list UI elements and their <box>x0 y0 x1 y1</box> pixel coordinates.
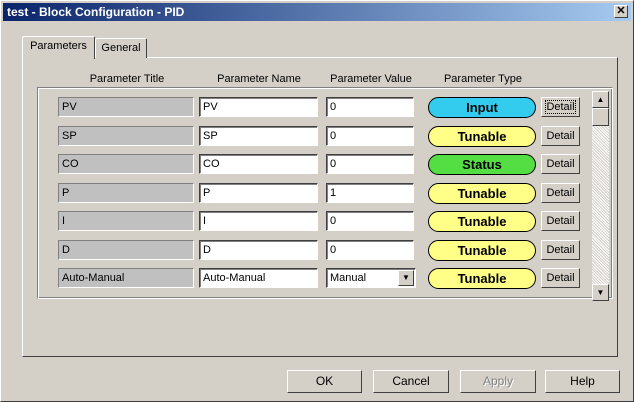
parameter-type-badge: Input <box>428 97 536 118</box>
parameter-name-field[interactable]: I <box>199 211 318 231</box>
detail-button-label: Detail <box>546 187 575 199</box>
detail-button[interactable]: Detail <box>541 183 580 203</box>
parameter-value-field[interactable]: 1 <box>326 183 414 203</box>
parameter-value: 0 <box>330 101 337 113</box>
parameter-value-field[interactable]: 0 <box>326 211 414 231</box>
detail-button-label: Detail <box>546 130 575 142</box>
parameter-value-select[interactable]: Manual ▼ <box>326 268 416 288</box>
parameter-value-field[interactable]: 0 <box>326 240 414 260</box>
parameter-title: Auto-Manual <box>58 268 194 288</box>
column-header-value: Parameter Value <box>330 73 412 85</box>
tab-parameters[interactable]: Parameters <box>22 36 95 59</box>
parameter-type-badge: Status <box>428 154 536 175</box>
parameter-title: P <box>58 183 194 203</box>
parameter-value-field[interactable]: 0 <box>326 154 414 174</box>
parameter-value: 0 <box>330 130 337 142</box>
detail-button[interactable]: Detail <box>541 211 580 231</box>
parameter-value: Manual <box>330 272 367 284</box>
parameter-type-badge: Tunable <box>428 211 536 232</box>
detail-button[interactable]: Detail <box>541 268 580 288</box>
apply-button[interactable]: Apply <box>460 370 536 393</box>
detail-button-label: Detail <box>545 100 576 114</box>
parameter-name-field[interactable]: CO <box>199 154 318 174</box>
close-icon[interactable]: ✕ <box>614 5 628 18</box>
parameter-value: 0 <box>330 244 337 256</box>
parameter-name-field[interactable]: PV <box>199 97 318 117</box>
cancel-button[interactable]: Cancel <box>373 370 449 393</box>
parameter-value-field[interactable]: 0 <box>326 126 414 146</box>
parameter-title: I <box>58 211 194 231</box>
parameter-value: 0 <box>330 215 337 227</box>
scroll-thumb[interactable] <box>592 108 609 126</box>
detail-button-label: Detail <box>546 272 575 284</box>
title-bar: test - Block Configuration - PID ✕ <box>3 3 631 21</box>
vertical-scrollbar[interactable]: ▲ ▼ <box>592 91 609 301</box>
parameter-title: CO <box>58 154 194 174</box>
column-header-type: Parameter Type <box>443 73 523 85</box>
chevron-down-icon[interactable]: ▼ <box>398 270 414 286</box>
detail-button-label: Detail <box>546 158 575 170</box>
help-button[interactable]: Help <box>545 370 620 393</box>
column-header-name: Parameter Name <box>217 73 301 85</box>
detail-button-label: Detail <box>546 244 575 256</box>
parameter-type-badge: Tunable <box>428 268 536 289</box>
parameter-type-badge: Tunable <box>428 183 536 204</box>
scroll-down-icon[interactable]: ▼ <box>592 284 609 301</box>
detail-button[interactable]: Detail <box>541 154 580 174</box>
detail-button[interactable]: Detail <box>541 240 580 260</box>
parameter-name-field[interactable]: SP <box>199 126 318 146</box>
parameter-name-field[interactable]: P <box>199 183 318 203</box>
parameter-type-badge: Tunable <box>428 126 536 147</box>
parameter-title: PV <box>58 97 194 117</box>
window-title: test - Block Configuration - PID <box>7 5 185 19</box>
parameter-name-field[interactable]: Auto-Manual <box>199 268 318 288</box>
detail-button[interactable]: Detail <box>541 126 580 146</box>
ok-button[interactable]: OK <box>287 370 362 393</box>
detail-button[interactable]: Detail <box>541 97 580 117</box>
parameter-title: SP <box>58 126 194 146</box>
column-header-title: Parameter Title <box>89 73 165 85</box>
scroll-up-icon[interactable]: ▲ <box>592 91 609 108</box>
detail-button-label: Detail <box>546 215 575 227</box>
parameter-name-field[interactable]: D <box>199 240 318 260</box>
parameter-title: D <box>58 240 194 260</box>
parameter-type-badge: Tunable <box>428 240 536 261</box>
parameter-value: 0 <box>330 158 337 170</box>
scroll-track[interactable] <box>592 126 609 284</box>
tab-general[interactable]: General <box>95 38 147 58</box>
parameter-value-field[interactable]: 0 <box>326 97 414 117</box>
parameter-value: 1 <box>330 187 337 199</box>
